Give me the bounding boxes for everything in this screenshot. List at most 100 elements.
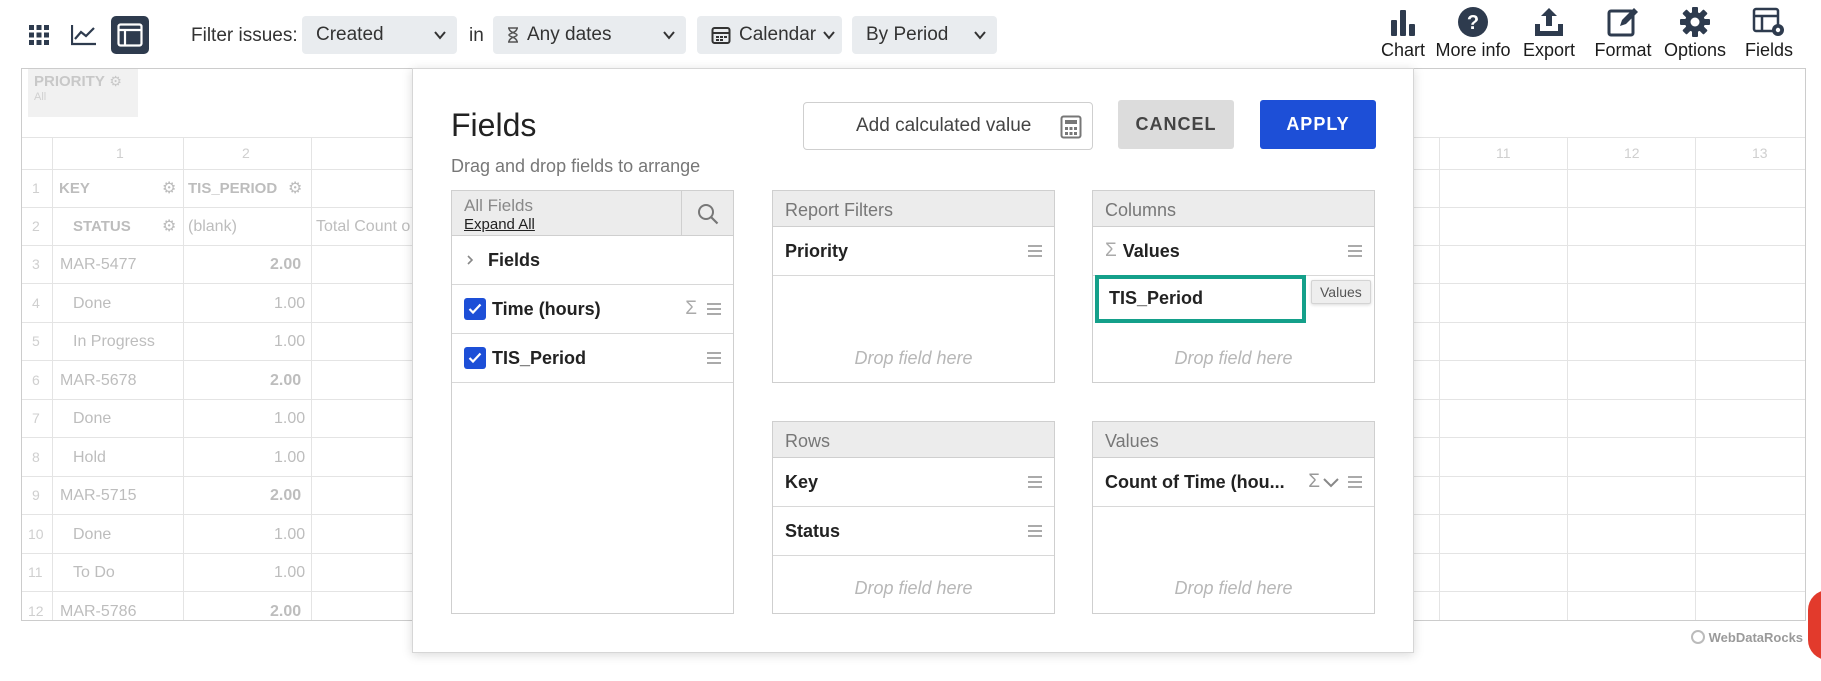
drag-handle-icon[interactable] <box>1348 476 1362 488</box>
all-fields-panel: All Fields Expand All Fields Time (hours… <box>451 190 734 614</box>
col-number: 2 <box>242 145 250 161</box>
filter-field-value: Created <box>316 24 384 45</box>
row-label: In Progress <box>73 333 155 350</box>
search-button[interactable] <box>681 191 734 236</box>
columns-title: Columns <box>1093 191 1374 227</box>
calendar-icon <box>711 27 731 44</box>
row-value: 1.00 <box>274 526 306 543</box>
filter-label: Filter issues: <box>191 25 298 46</box>
col-number: 13 <box>1752 145 1768 161</box>
gear-icon: ⚙ <box>162 180 177 197</box>
row-item-label: Status <box>785 520 841 541</box>
help-icon: ? <box>1458 7 1488 37</box>
gear-icon: ⚙ <box>109 73 122 89</box>
checkbox-checked-icon[interactable] <box>464 347 486 369</box>
chart-view-button[interactable] <box>65 16 103 54</box>
row-number: 4 <box>32 295 40 311</box>
drop-zone-hint[interactable]: Drop field here <box>1093 578 1374 599</box>
row-label: MAR-5715 <box>60 487 137 504</box>
values-panel: Values Count of Time (hou... Σ Drop fiel… <box>1092 421 1375 614</box>
filter-item-priority[interactable]: Priority <box>773 227 1054 276</box>
values-title: Values <box>1093 422 1374 458</box>
all-fields-header: All Fields Expand All <box>452 191 733 236</box>
drop-zone-hint[interactable]: Drop field here <box>773 578 1054 599</box>
drag-handle-icon[interactable] <box>1348 245 1362 257</box>
sigma-icon: Σ <box>685 298 697 319</box>
red-fab[interactable] <box>1808 590 1821 660</box>
column-item-label: Values <box>1122 240 1180 261</box>
column-item-values[interactable]: Σ Values <box>1093 227 1374 276</box>
drop-tooltip: Values <box>1311 280 1371 304</box>
chevron-right-icon <box>467 255 474 265</box>
export-label: Export <box>1522 40 1576 60</box>
drag-handle-icon[interactable] <box>707 352 721 364</box>
export-icon <box>1535 8 1563 36</box>
row-number: 8 <box>32 449 40 465</box>
fields-label: Fields <box>1744 40 1793 60</box>
period-header: TIS_PERIOD <box>188 180 278 197</box>
row-label: Done <box>73 295 112 312</box>
columns-panel: Columns Σ Values TIS_Period Values Drop … <box>1092 190 1375 383</box>
row-label: MAR-5477 <box>60 256 137 273</box>
sigma-icon[interactable]: Σ <box>1308 471 1320 493</box>
cancel-button[interactable]: CANCEL <box>1118 100 1234 149</box>
col-number: 1 <box>116 145 124 161</box>
checkbox-checked-icon[interactable] <box>464 298 486 320</box>
row-item-status[interactable]: Status <box>773 507 1054 556</box>
priority-chip-label: PRIORITY <box>34 73 105 90</box>
format-label: Format <box>1594 40 1652 60</box>
row-item-key[interactable]: Key <box>773 458 1054 507</box>
fields-tool[interactable]: Fields <box>1724 6 1814 61</box>
fields-group[interactable]: Fields <box>452 236 733 285</box>
table-icon <box>117 23 143 47</box>
chevron-down-icon <box>974 31 986 40</box>
value-item-count-time[interactable]: Count of Time (hou... Σ <box>1093 458 1374 507</box>
period-select[interactable]: By Period <box>852 16 997 54</box>
row-value: 2.00 <box>270 372 302 389</box>
rows-title: Rows <box>773 422 1054 458</box>
in-label: in <box>469 25 484 46</box>
date-range-value: Any dates <box>527 24 612 45</box>
chevron-down-icon <box>823 31 835 40</box>
dragging-field-tis-period[interactable]: TIS_Period <box>1095 275 1306 323</box>
priority-filter-chip[interactable]: PRIORITY ⚙ All <box>28 69 138 117</box>
chart-tool-label: Chart <box>1380 40 1425 60</box>
pivot-view-button[interactable] <box>111 16 149 54</box>
fields-group-label: Fields <box>488 249 541 270</box>
apply-button[interactable]: APPLY <box>1260 100 1376 149</box>
row-label: Hold <box>73 449 106 466</box>
options-label: Options <box>1663 40 1727 60</box>
drag-handle-icon[interactable] <box>1028 245 1042 257</box>
row-value: 2.00 <box>270 603 302 620</box>
filter-field-select[interactable]: Created <box>302 16 457 54</box>
watermark-logo-icon <box>1691 630 1705 644</box>
drop-zone-hint[interactable]: Drop field here <box>1093 348 1374 369</box>
chevron-down-icon[interactable] <box>1322 476 1340 490</box>
line-chart-icon <box>71 25 96 46</box>
row-value: 2.00 <box>270 487 302 504</box>
field-item-tis-period[interactable]: TIS_Period <box>452 334 733 383</box>
expand-all-link[interactable]: Expand All <box>464 216 535 233</box>
watermark: WebDataRocks <box>1691 630 1803 645</box>
modal-subtitle: Drag and drop fields to arrange <box>451 156 701 176</box>
grid-icon <box>29 25 49 45</box>
period-value: By Period <box>866 24 949 45</box>
drag-handle-icon[interactable] <box>1028 476 1042 488</box>
drag-handle-icon[interactable] <box>1028 525 1042 537</box>
rows-panel: Rows Key Status Drop field here <box>772 421 1055 614</box>
calculator-icon <box>1060 115 1082 139</box>
drag-handle-icon[interactable] <box>707 303 721 315</box>
status-header: STATUS <box>73 218 131 235</box>
date-range-select[interactable]: Any dates <box>493 16 686 54</box>
row-number: 3 <box>32 256 40 272</box>
row-number: 10 <box>28 526 44 542</box>
add-calculated-value-button[interactable]: Add calculated value <box>803 102 1093 150</box>
watermark-text: WebDataRocks <box>1708 630 1804 645</box>
sigma-icon: Σ <box>1105 240 1117 261</box>
grid-view-button[interactable] <box>20 16 58 54</box>
drop-zone-hint[interactable]: Drop field here <box>773 348 1054 369</box>
calendar-select[interactable]: Calendar <box>697 16 842 54</box>
field-item-time-hours[interactable]: Time (hours) Σ <box>452 285 733 334</box>
row-label: MAR-5786 <box>60 603 137 620</box>
blank-label: (blank) <box>188 218 237 235</box>
